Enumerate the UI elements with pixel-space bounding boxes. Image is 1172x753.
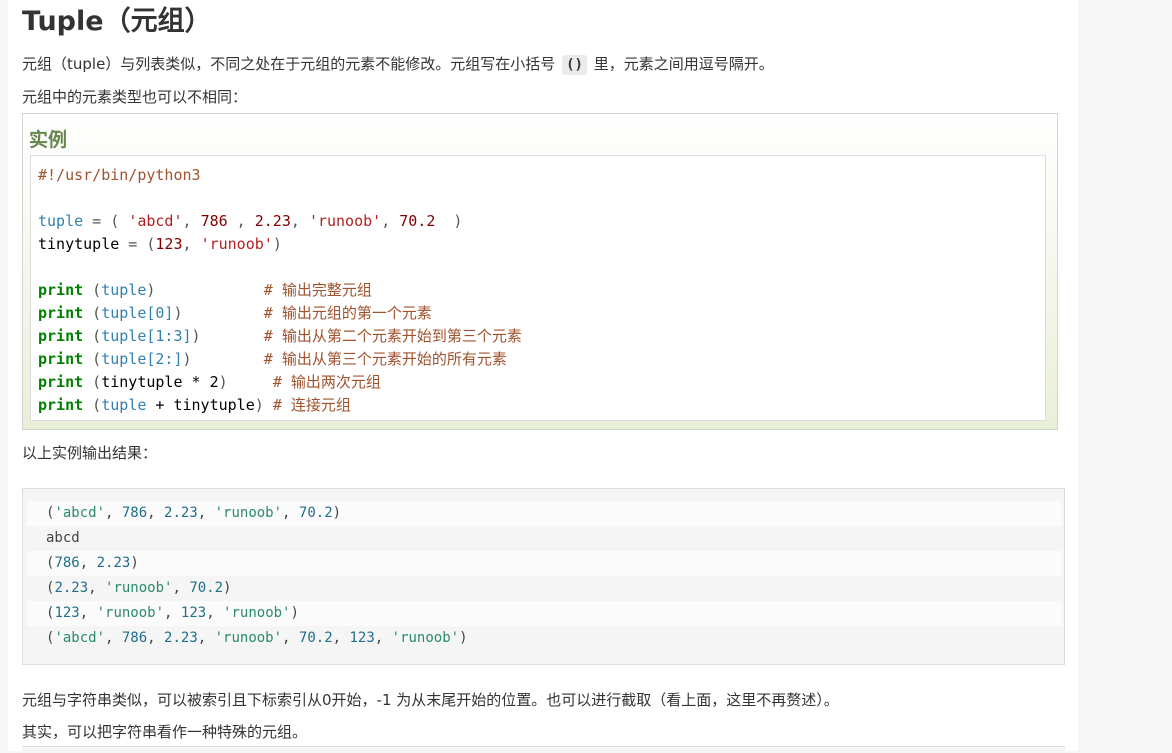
code-line-print: print (tinytuple * 2) # 输出两次元组 bbox=[38, 371, 1045, 394]
code-token-op: ( bbox=[83, 396, 102, 414]
code-block[interactable]: #!/usr/bin/python3 tuple = ( 'abcd', 786… bbox=[30, 155, 1046, 421]
intro-text-after: 里，元素之间用逗号隔开。 bbox=[588, 55, 774, 73]
code-token-op: , bbox=[182, 235, 201, 253]
code-token-var: tuple bbox=[101, 396, 147, 414]
code-token-str: 'abcd' bbox=[128, 212, 183, 230]
code-token-pad bbox=[264, 396, 273, 414]
intro-text-before: 元组（tuple）与列表类似，不同之处在于元组的元素不能修改。元组写在小括号 bbox=[22, 55, 561, 73]
code-token-comment: # 输出元组的第一个元素 bbox=[263, 304, 432, 322]
example-heading: 实例 bbox=[29, 129, 68, 151]
code-token-comment: # 连接元组 bbox=[272, 396, 351, 414]
code-token-kw: print bbox=[38, 373, 84, 391]
output-line: (786, 2.23) bbox=[27, 551, 1062, 576]
code-token-var: tuple bbox=[101, 281, 147, 299]
code-token-op: , bbox=[182, 212, 201, 230]
code-token-op: , bbox=[381, 212, 400, 230]
code-token-op: ) bbox=[191, 327, 201, 345]
intro-paragraph-2: 元组中的元素类型也可以不相同： bbox=[22, 88, 248, 106]
intro-paragraph: 元组（tuple）与列表类似，不同之处在于元组的元素不能修改。元组写在小括号 (… bbox=[22, 53, 774, 75]
article-content: Tuple（元组） 元组（tuple）与列表类似，不同之处在于元组的元素不能修改… bbox=[8, 0, 1078, 753]
code-token-kw: print bbox=[38, 281, 84, 299]
code-token-pad bbox=[192, 350, 264, 368]
code-line-print: print (tuple[1:3]) # 输出从第二个元素开始到第三个元素 bbox=[38, 325, 1045, 348]
paragraph-string-tuple: 其实，可以把字符串看作一种特殊的元组。 bbox=[22, 723, 308, 741]
code-token-pad bbox=[201, 327, 264, 345]
code-token-var: tuple bbox=[101, 327, 147, 345]
paragraph-indexing: 元组与字符串类似，可以被索引且下标索引从0开始，-1 为从末尾开始的位置。也可以… bbox=[22, 691, 839, 709]
code-line-print: print (tuple) # 输出完整元组 bbox=[38, 279, 1045, 302]
code-token-op: ( bbox=[83, 373, 102, 391]
code-token-op: ) bbox=[254, 396, 264, 414]
code-token-op: ( bbox=[83, 350, 102, 368]
code-token-num: 786 bbox=[200, 212, 228, 230]
output-block[interactable]: ('abcd', 786, 2.23, 'runoob', 70.2) abcd… bbox=[22, 488, 1065, 665]
code-token-op: ( bbox=[83, 304, 102, 322]
example-box: 实例 #!/usr/bin/python3 tuple = ( 'abcd', … bbox=[22, 113, 1058, 430]
code-token-op: , bbox=[290, 212, 309, 230]
code-token-op: , bbox=[227, 212, 255, 230]
code-token-comment: # 输出从第二个元素开始到第三个元素 bbox=[263, 327, 522, 345]
code-token-num: 70.2 bbox=[399, 212, 436, 230]
output-line: (123, 'runoob', 123, 'runoob') bbox=[27, 601, 1062, 626]
code-line-tinytuple-assign: tinytuple = (123, 'runoob') bbox=[38, 233, 1045, 256]
code-token-name: tinytuple bbox=[38, 235, 120, 253]
code-token-op: ) bbox=[435, 212, 463, 230]
code-token-op: ) bbox=[173, 304, 183, 322]
code-token-comment: # 输出完整元组 bbox=[263, 281, 372, 299]
next-code-block-edge bbox=[22, 746, 1065, 753]
code-token-num: 2.23 bbox=[254, 212, 291, 230]
code-token-comment: # 输出从第三个元素开始的所有元素 bbox=[263, 350, 507, 368]
page-title: Tuple（元组） bbox=[22, 6, 212, 37]
code-token-var: tuple bbox=[38, 212, 84, 230]
code-token-rest: [0] bbox=[146, 304, 174, 322]
code-line-print: print (tuple[2:]) # 输出从第三个元素开始的所有元素 bbox=[38, 348, 1045, 371]
code-token-op: = ( bbox=[119, 235, 156, 253]
code-line-shebang: #!/usr/bin/python3 bbox=[38, 166, 201, 184]
code-token-rest: + tinytuple bbox=[146, 396, 255, 414]
code-token-pad bbox=[155, 281, 263, 299]
code-token-op: ( bbox=[83, 281, 102, 299]
code-token-num: 123 bbox=[155, 235, 183, 253]
code-token-op: ) bbox=[272, 235, 282, 253]
code-token-var: tuple bbox=[101, 350, 147, 368]
code-token-var: tuple bbox=[101, 304, 147, 322]
code-token-var: tinytuple * 2 bbox=[101, 373, 219, 391]
code-line-tuple-assign: tuple = ( 'abcd', 786 , 2.23, 'runoob', … bbox=[38, 210, 1045, 233]
code-token-op: ) bbox=[218, 373, 228, 391]
code-line-print: print (tuple + tinytuple) # 连接元组 bbox=[38, 394, 1045, 417]
inline-code-parens: () bbox=[562, 55, 587, 75]
code-token-pad bbox=[228, 373, 273, 391]
code-token-pad bbox=[183, 304, 264, 322]
code-token-comment: # 输出两次元组 bbox=[272, 373, 381, 391]
code-line-print: print (tuple[0]) # 输出元组的第一个元素 bbox=[38, 302, 1045, 325]
output-line: ('abcd', 786, 2.23, 'runoob', 70.2) bbox=[27, 501, 1062, 526]
output-line: ('abcd', 786, 2.23, 'runoob', 70.2, 123,… bbox=[46, 630, 468, 646]
output-line: abcd bbox=[46, 530, 80, 546]
code-token-str: 'runoob' bbox=[308, 212, 382, 230]
output-line: (2.23, 'runoob', 70.2) bbox=[46, 580, 232, 596]
code-token-kw: print bbox=[38, 350, 84, 368]
code-token-kw: print bbox=[38, 396, 84, 414]
code-token-rest: [2:] bbox=[146, 350, 183, 368]
code-token-op: = ( bbox=[83, 212, 129, 230]
code-token-op: ( bbox=[83, 327, 102, 345]
code-token-kw: print bbox=[38, 304, 84, 322]
code-token-rest: [1:3] bbox=[146, 327, 192, 345]
code-token-kw: print bbox=[38, 327, 84, 345]
code-token-str: 'runoob' bbox=[200, 235, 273, 253]
code-token-op: ) bbox=[182, 350, 192, 368]
result-intro: 以上实例输出结果： bbox=[22, 444, 158, 462]
